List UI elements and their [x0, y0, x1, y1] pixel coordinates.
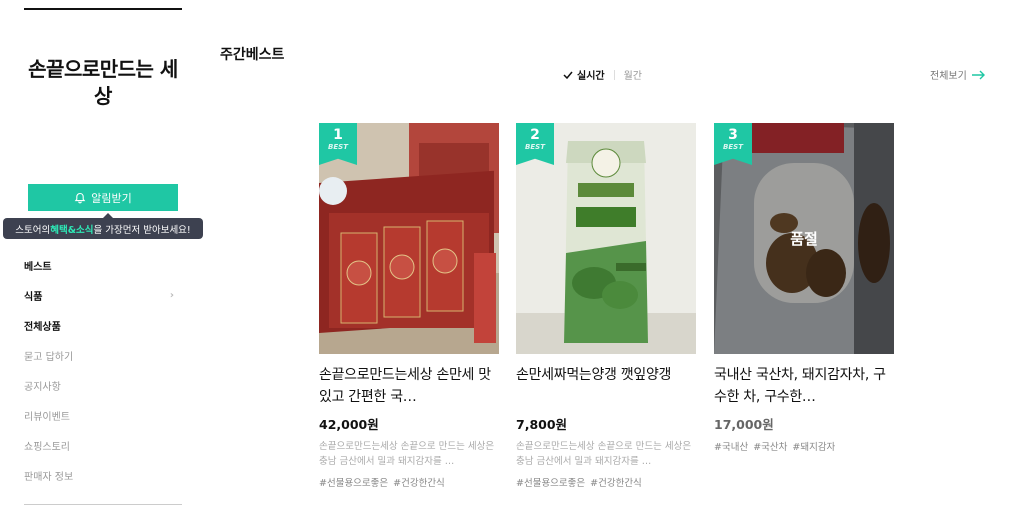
sidebar-item-label: 묻고 답하기 [24, 351, 74, 363]
view-all-label: 전체보기 [930, 71, 967, 82]
sidebar-bottom-rule [24, 504, 182, 505]
chevron-right-icon: › [169, 289, 174, 301]
tab-divider [613, 69, 615, 80]
best-label: BEST [328, 143, 348, 151]
store-title[interactable]: 손끝으로만드는 세상 [24, 56, 182, 110]
tab-realtime[interactable]: 실시간 [563, 67, 605, 82]
rank-badge: 1 BEST [319, 123, 357, 165]
sidebar-item-label: 식품 [24, 291, 43, 303]
product-image[interactable]: 품절 3 BEST [714, 123, 894, 354]
sidebar-item-notice[interactable]: 공지사항 [24, 370, 174, 400]
product-price: 7,800원 [516, 417, 568, 432]
sidebar-item-label: 전체상품 [24, 321, 61, 333]
store-page: 손끝으로만드는 세상 알림받기 스토어의 혜택&소식 을 가장먼저 받아보세요! … [0, 0, 1014, 523]
product-image[interactable]: 1 BEST [319, 123, 499, 354]
product-tags: #선물용으로좋은 #건강한간식 [319, 475, 499, 489]
sidebar-item-label: 베스트 [24, 261, 52, 273]
sidebar-item-shopping-story[interactable]: 쇼핑스토리 [24, 430, 174, 460]
product-name[interactable]: 국내산 국산차, 돼지감자차, 구수한 차, 구수한… [714, 364, 894, 408]
period-tabs: 실시간 월간 [563, 67, 642, 82]
sidebar-top-rule [24, 8, 182, 10]
rank-badge: 3 BEST [714, 123, 752, 165]
product-tag[interactable]: #국산차 [753, 439, 787, 453]
sidebar-item-food[interactable]: 식품 › [24, 280, 174, 310]
product-tags: #선물용으로좋은 #건강한간식 [516, 475, 696, 489]
product-tag[interactable]: #선물용으로좋은 [319, 475, 388, 489]
sidebar-item-best[interactable]: 베스트 [24, 250, 174, 280]
arrow-right-icon [971, 70, 985, 79]
sidebar-item-seller-info[interactable]: 판매자 정보 [24, 460, 174, 490]
product-tag[interactable]: #선물용으로좋은 [516, 475, 585, 489]
product-price: 42,000원 [319, 417, 379, 432]
sidebar-item-all-products[interactable]: 전체상품 [24, 310, 174, 340]
sidebar-item-qna[interactable]: 묻고 답하기 [24, 340, 174, 370]
product-card[interactable]: 2 BEST 손만세짜먹는양갱 깻잎양갱 7,800원 손끝으로만드는세상 손끝… [516, 123, 696, 489]
notify-tooltip: 스토어의 혜택&소식 을 가장먼저 받아보세요! [3, 213, 203, 239]
bell-icon [74, 192, 86, 203]
product-name[interactable]: 손만세짜먹는양갱 깻잎양갱 [516, 364, 696, 408]
sidebar-menu: 베스트 식품 › 전체상품 묻고 답하기 공지사항 리뷰이벤트 쇼핑스토리 판매자… [24, 250, 174, 490]
best-label: BEST [525, 143, 545, 151]
notify-button[interactable]: 알림받기 [28, 184, 178, 211]
tooltip-text-post: 을 가장먼저 받아보세요! [93, 224, 191, 236]
sidebar-item-review-event[interactable]: 리뷰이벤트 [24, 400, 174, 430]
product-tag[interactable]: #돼지감자 [792, 439, 835, 453]
product-card[interactable]: 품절 3 BEST 국내산 국산차, 돼지감자차, 구수한 차, 구수한… 17… [714, 123, 894, 453]
product-description: 손끝으로만드는세상 손끝으로 만드는 세상은 충남 금산에서 밀과 돼지감자를 … [516, 441, 692, 467]
view-all-link[interactable]: 전체보기 [930, 67, 986, 82]
product-tag[interactable]: #건강한간식 [590, 475, 642, 489]
best-label: BEST [723, 143, 743, 151]
tab-monthly[interactable]: 월간 [624, 67, 642, 82]
section-title: 주간베스트 [220, 47, 285, 63]
product-card[interactable]: 1 BEST 손끝으로만드는세상 손만세 맛있고 간편한 국… 42,000원 … [319, 123, 499, 489]
sidebar-item-label: 쇼핑스토리 [24, 441, 70, 453]
tab-monthly-label: 월간 [623, 71, 643, 82]
product-description: 손끝으로만드는세상 손끝으로 만드는 세상은 충남 금산에서 밀과 돼지감자를 … [319, 441, 495, 467]
rank-number: 3 [728, 127, 738, 143]
rank-badge: 2 BEST [516, 123, 554, 165]
sidebar-item-label: 판매자 정보 [24, 471, 74, 483]
check-icon [563, 71, 573, 79]
rank-number: 2 [530, 127, 540, 143]
tab-realtime-label: 실시간 [577, 71, 605, 82]
product-image[interactable]: 2 BEST [516, 123, 696, 354]
notify-label: 알림받기 [91, 191, 132, 205]
product-tag[interactable]: #건강한간식 [393, 475, 445, 489]
product-price: 17,000원 [714, 417, 774, 432]
rank-number: 1 [333, 127, 343, 143]
sidebar-item-label: 공지사항 [24, 381, 61, 393]
sidebar-item-label: 리뷰이벤트 [24, 411, 70, 423]
tooltip-text-pre: 스토어의 [15, 224, 51, 236]
product-tag[interactable]: #국내산 [714, 439, 748, 453]
product-tags: #국내산 #국산차 #돼지감자 [714, 439, 894, 453]
product-name[interactable]: 손끝으로만드는세상 손만세 맛있고 간편한 국… [319, 364, 499, 408]
tooltip-highlight: 혜택&소식 [50, 224, 94, 236]
